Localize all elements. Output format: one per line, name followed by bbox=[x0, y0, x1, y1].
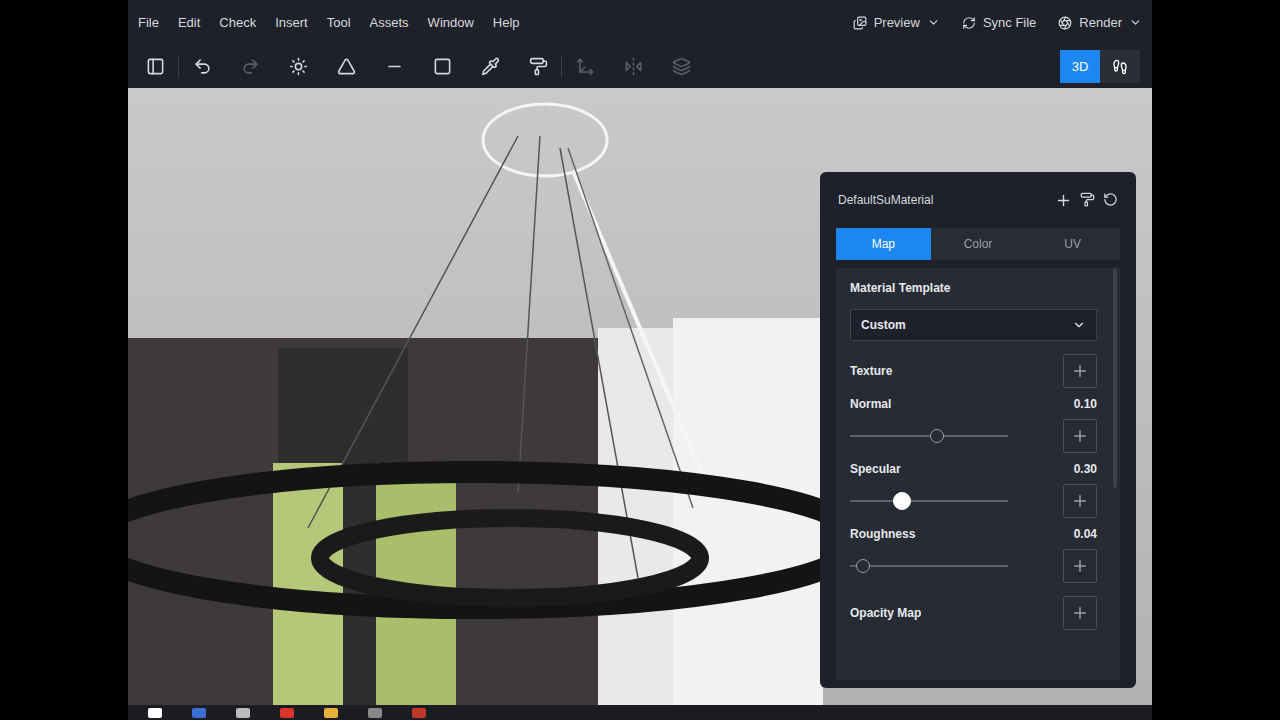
panel-title: DefaultSuMaterial bbox=[838, 193, 933, 207]
tool-icon bbox=[193, 57, 212, 76]
menu-item[interactable]: Tool bbox=[327, 15, 351, 30]
plus-icon bbox=[1071, 492, 1089, 510]
reset-icon[interactable] bbox=[1103, 192, 1118, 207]
view-mode-button[interactable]: 3D bbox=[1060, 50, 1100, 83]
tool-button[interactable] bbox=[285, 54, 311, 80]
panel-tab[interactable]: UV bbox=[1025, 228, 1120, 260]
tool-icon bbox=[433, 57, 452, 76]
scrollbar[interactable] bbox=[1113, 268, 1117, 680]
tool-icon bbox=[289, 57, 308, 76]
panel-tab[interactable]: Color bbox=[931, 228, 1026, 260]
taskbar-app-icon[interactable] bbox=[236, 708, 250, 718]
tool-icon bbox=[624, 57, 643, 76]
chevron-down-icon bbox=[927, 16, 940, 29]
taskbar-app-icon[interactable] bbox=[148, 708, 162, 718]
tool-icon bbox=[146, 57, 165, 76]
tool-button[interactable] bbox=[668, 54, 694, 80]
chevron-down-icon bbox=[1072, 318, 1086, 332]
menu-item[interactable]: Check bbox=[219, 15, 256, 30]
slider-row: Normal0.10 bbox=[850, 394, 1097, 453]
action-icon bbox=[1058, 16, 1072, 30]
tool-icon bbox=[576, 57, 595, 76]
top-action[interactable]: Render bbox=[1058, 15, 1142, 30]
tool-icon bbox=[241, 57, 260, 76]
slider-row: Roughness0.04 bbox=[850, 524, 1097, 583]
taskbar bbox=[128, 705, 1152, 720]
slider[interactable] bbox=[850, 500, 1008, 502]
plus-icon[interactable] bbox=[1055, 192, 1072, 209]
map-row: Opacity Map bbox=[850, 596, 1097, 630]
tool-button[interactable] bbox=[333, 54, 359, 80]
plus-icon bbox=[1071, 362, 1089, 380]
tool-icon bbox=[385, 57, 404, 76]
panel-tab[interactable]: Map bbox=[836, 228, 931, 260]
menu-item[interactable]: File bbox=[138, 15, 159, 30]
tool-bar: 3D bbox=[128, 45, 1152, 88]
tool-button[interactable] bbox=[237, 54, 263, 80]
walk-icon bbox=[1112, 59, 1128, 75]
separator bbox=[178, 56, 179, 78]
menu-item[interactable]: Window bbox=[428, 15, 474, 30]
viewport[interactable]: DefaultSuMaterial MapColorUV Material Temp… bbox=[128, 88, 1152, 705]
tool-button[interactable] bbox=[381, 54, 407, 80]
taskbar-app-icon[interactable] bbox=[192, 708, 206, 718]
menu-item[interactable]: Assets bbox=[370, 15, 409, 30]
top-action[interactable]: Sync File bbox=[962, 15, 1036, 30]
taskbar-app-icon[interactable] bbox=[368, 708, 382, 718]
plus-icon bbox=[1071, 604, 1089, 622]
taskbar-app-icon[interactable] bbox=[324, 708, 338, 718]
app-window: File Edit Check Insert Tool Assets Window Help P… bbox=[128, 0, 1152, 720]
map-section: Material Template Custom Texture Normal0.10… bbox=[836, 268, 1120, 680]
add-map-button[interactable] bbox=[1063, 419, 1097, 453]
template-label: Material Template bbox=[850, 281, 1097, 295]
slider-value: 0.04 bbox=[1074, 527, 1097, 541]
plus-icon bbox=[1071, 427, 1089, 445]
menu-item[interactable]: Help bbox=[493, 15, 520, 30]
tool-button[interactable] bbox=[429, 54, 455, 80]
slider-knob[interactable] bbox=[893, 492, 911, 510]
material-panel: DefaultSuMaterial MapColorUV Material Temp… bbox=[820, 172, 1136, 688]
action-icon bbox=[962, 16, 976, 30]
add-map-button[interactable] bbox=[1063, 549, 1097, 583]
tool-button[interactable] bbox=[572, 54, 598, 80]
tool-button[interactable] bbox=[525, 54, 551, 80]
add-map-button[interactable] bbox=[1063, 596, 1097, 630]
menu-bar: File Edit Check Insert Tool Assets Window Help P… bbox=[128, 0, 1152, 45]
tool-button[interactable] bbox=[189, 54, 215, 80]
slider-knob[interactable] bbox=[856, 559, 870, 573]
paint-roller-icon[interactable] bbox=[1080, 192, 1095, 207]
tool-icon bbox=[529, 57, 548, 76]
tool-button[interactable] bbox=[477, 54, 503, 80]
action-icon bbox=[853, 16, 867, 30]
add-map-button[interactable] bbox=[1063, 354, 1097, 388]
menu-item[interactable]: Edit bbox=[178, 15, 200, 30]
panel-tabs: MapColorUV bbox=[836, 228, 1120, 260]
slider[interactable] bbox=[850, 565, 1008, 567]
top-action[interactable]: Preview bbox=[853, 15, 940, 30]
tool-icon bbox=[672, 57, 691, 76]
taskbar-app-icon[interactable] bbox=[280, 708, 294, 718]
slider-knob[interactable] bbox=[930, 429, 944, 443]
chevron-down-icon bbox=[1129, 16, 1142, 29]
taskbar-app-icon[interactable] bbox=[412, 708, 426, 718]
slider[interactable] bbox=[850, 435, 1008, 437]
separator bbox=[561, 56, 562, 78]
slider-value: 0.10 bbox=[1074, 397, 1097, 411]
tool-button[interactable] bbox=[620, 54, 646, 80]
add-map-button[interactable] bbox=[1063, 484, 1097, 518]
plus-icon bbox=[1071, 557, 1089, 575]
menu-item[interactable]: Insert bbox=[275, 15, 308, 30]
template-select[interactable]: Custom bbox=[850, 309, 1097, 341]
view-mode-button[interactable] bbox=[1100, 50, 1140, 83]
tool-button[interactable] bbox=[142, 54, 168, 80]
tool-icon bbox=[337, 57, 356, 76]
map-row: Texture bbox=[850, 354, 1097, 388]
slider-row: Specular0.30 bbox=[850, 459, 1097, 518]
tool-icon bbox=[481, 57, 500, 76]
slider-value: 0.30 bbox=[1074, 462, 1097, 476]
